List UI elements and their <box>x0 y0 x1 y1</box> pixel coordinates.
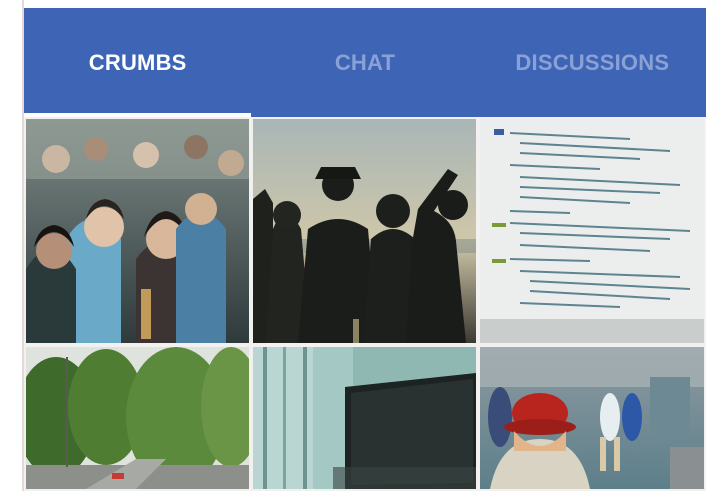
photo-grid <box>24 117 706 491</box>
photo-crowd[interactable] <box>24 117 251 345</box>
app-screen: CRUMBS CHAT DISCUSSIONS <box>0 0 706 491</box>
tab-discussions[interactable]: DISCUSSIONS <box>479 8 706 117</box>
photo-trees-image <box>26 347 249 489</box>
photo-silhouettes-image <box>253 119 476 343</box>
photo-laptop-image <box>253 347 476 489</box>
photo-trees[interactable] <box>24 345 251 491</box>
tab-discussions-label: DISCUSSIONS <box>515 49 670 75</box>
tab-chat[interactable]: CHAT <box>251 8 478 117</box>
photo-red-hat[interactable] <box>478 345 706 491</box>
tab-crumbs-label: CRUMBS <box>88 49 187 75</box>
photo-laptop[interactable] <box>251 345 478 491</box>
tab-bar: CRUMBS CHAT DISCUSSIONS <box>24 8 706 117</box>
tab-crumbs[interactable]: CRUMBS <box>24 8 252 117</box>
photo-crowd-image <box>26 119 249 343</box>
tab-chat-label: CHAT <box>334 49 396 75</box>
photo-code-image <box>480 119 704 343</box>
photo-silhouettes[interactable] <box>251 117 478 345</box>
window-edge <box>0 0 24 491</box>
photo-code[interactable] <box>478 117 706 345</box>
photo-red-hat-image <box>480 347 704 489</box>
